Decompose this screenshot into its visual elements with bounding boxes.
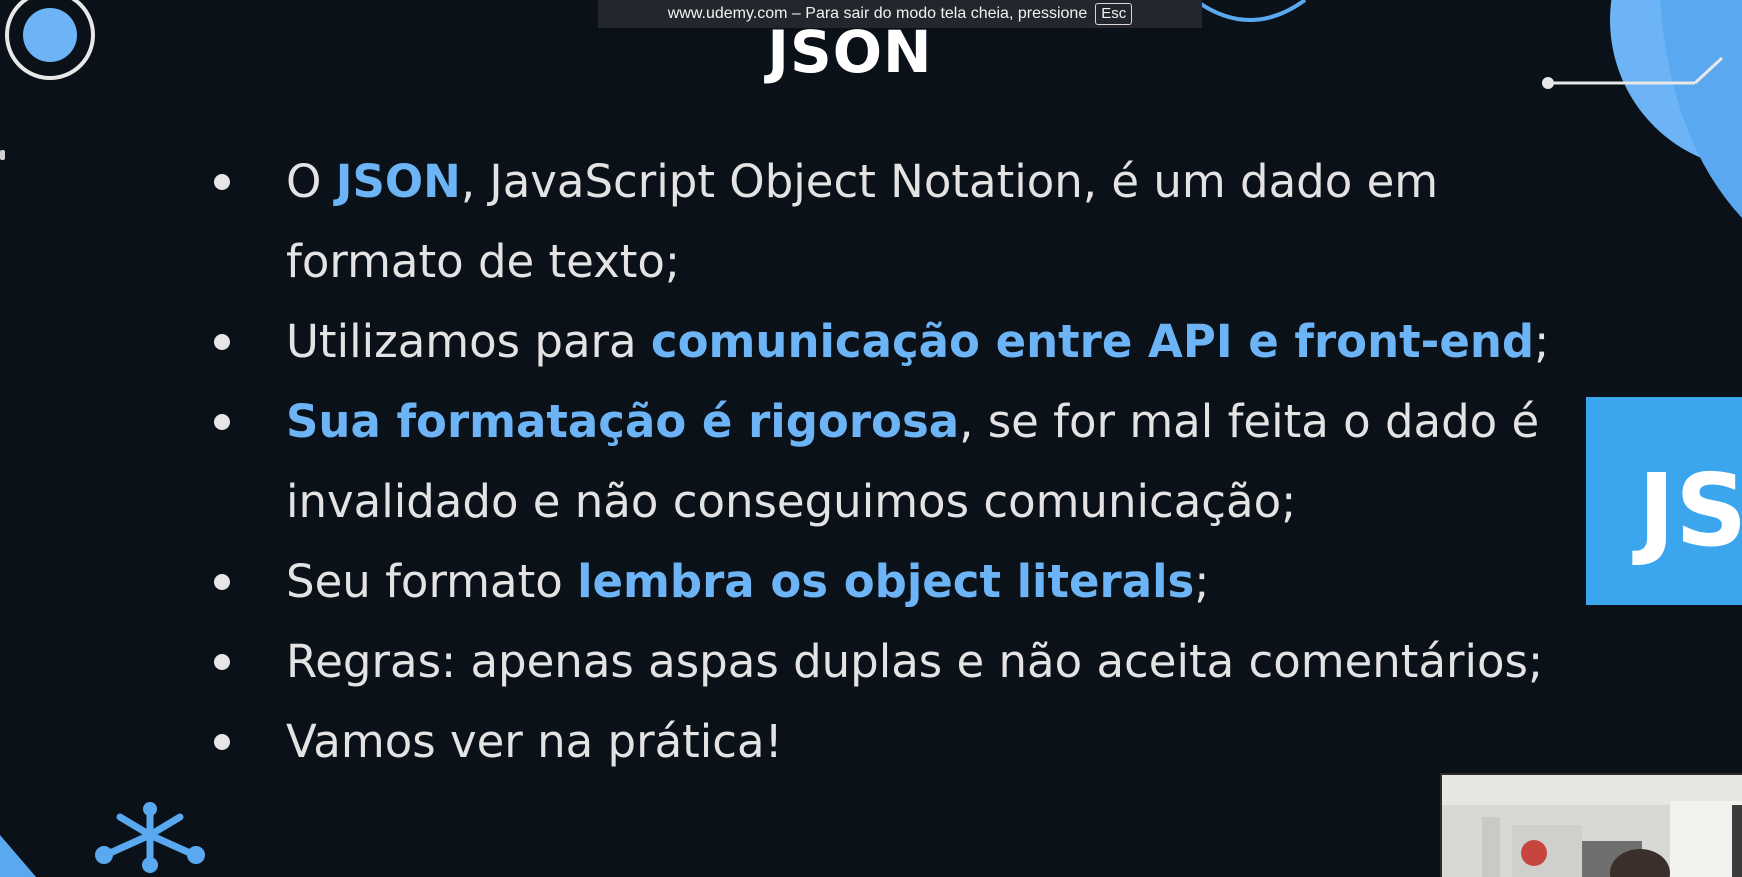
js-badge: JS [1586, 397, 1742, 605]
bullet-item: Sua formatação é rigorosa, se for mal fe… [210, 382, 1590, 542]
bullet-text: Utilizamos para [286, 315, 651, 368]
bullet-dot-icon [214, 174, 230, 190]
js-badge-text: JS [1638, 452, 1742, 569]
corner-shape-decoration [0, 835, 36, 877]
bullet-item: O JSON, JavaScript Object Notation, é um… [210, 142, 1590, 302]
slide: www.udemy.com – Para sair do modo tela c… [0, 0, 1742, 877]
bullet-dot-icon [214, 654, 230, 670]
slide-title: JSON [767, 18, 933, 86]
bullet-text: Regras: apenas aspas duplas e não aceita… [286, 635, 1544, 688]
bullet-item: Regras: apenas aspas duplas e não aceita… [210, 622, 1590, 702]
bullet-item: Utilizamos para comunicação entre API e … [210, 302, 1590, 382]
webcam-overlay [1440, 773, 1742, 877]
network-icon [95, 802, 205, 873]
highlighted-text: JSON [335, 155, 461, 208]
bullet-dot-icon [214, 574, 230, 590]
highlighted-text: comunicação entre API e front-end [650, 315, 1535, 368]
bullet-text: ; [1194, 555, 1210, 608]
bullet-text: ; [1534, 315, 1550, 368]
bullet-dot-icon [214, 414, 230, 430]
bullet-item: Seu formato lembra os object literals; [210, 542, 1590, 622]
highlighted-text: Sua formatação é rigorosa [286, 395, 960, 448]
bullet-dot-icon [214, 334, 230, 350]
bullet-item: Vamos ver na prática! [210, 702, 1590, 782]
bullet-text: O [286, 155, 336, 208]
bullet-dot-icon [214, 734, 230, 750]
edge-mark [0, 150, 5, 160]
highlighted-text: lembra os object literals [577, 555, 1195, 608]
bullet-text: Seu formato [286, 555, 578, 608]
bullet-text: Vamos ver na prática! [286, 715, 783, 768]
bullet-list: O JSON, JavaScript Object Notation, é um… [210, 142, 1590, 782]
webcam-feed [1442, 775, 1742, 877]
